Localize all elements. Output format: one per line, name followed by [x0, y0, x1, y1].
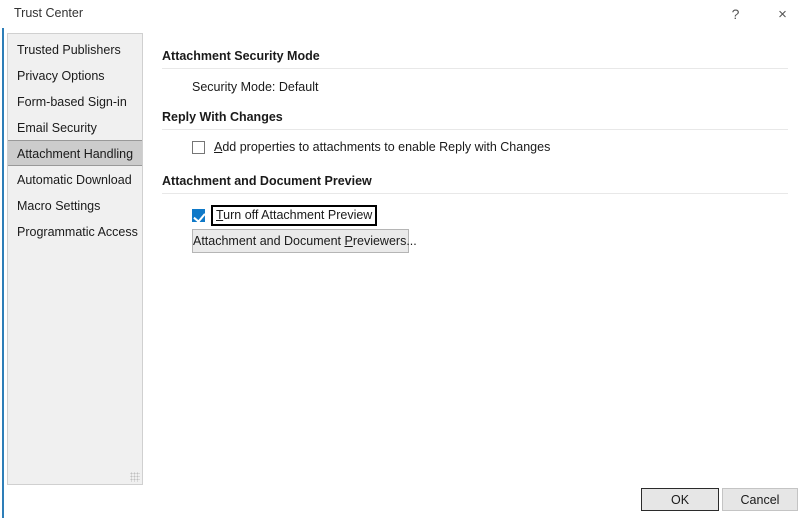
sidebar-item-programmatic-access[interactable]: Programmatic Access	[8, 218, 142, 244]
sidebar-item-email-security[interactable]: Email Security	[8, 114, 142, 140]
separator-2	[162, 129, 788, 130]
separator-3	[162, 193, 788, 194]
sidebar-item-privacy-options[interactable]: Privacy Options	[8, 62, 142, 88]
window-accent-strip	[2, 0, 4, 518]
trust-center-dialog: Trust Center ? × Trusted Publishers Priv…	[0, 0, 800, 518]
heading-attachment-and-document-preview: Attachment and Document Preview	[162, 174, 372, 188]
security-mode-value: Security Mode: Default	[192, 80, 319, 94]
checkbox-turn-off-attachment-preview[interactable]	[192, 209, 205, 222]
checkbox-label-turn-off-attachment-preview[interactable]: Turn off Attachment Preview	[211, 205, 378, 226]
accelerator-char: P	[344, 234, 353, 248]
checkbox-label-add-properties[interactable]: Add properties to attachments to enable …	[214, 140, 550, 154]
settings-pane: Attachment Security Mode Security Mode: …	[162, 33, 790, 473]
button-text-before: Attachment and Document	[193, 234, 345, 248]
heading-attachment-security-mode: Attachment Security Mode	[162, 49, 320, 63]
attachment-and-document-previewers-button[interactable]: Attachment and Document Previewers...	[192, 229, 417, 253]
window-title: Trust Center	[14, 6, 84, 20]
checkbox-label-text: dd properties to attachments to enable R…	[222, 140, 551, 154]
sidebar-item-attachment-handling[interactable]: Attachment Handling	[8, 140, 142, 166]
button-text-after: reviewers...	[352, 234, 417, 248]
close-icon[interactable]: ×	[760, 0, 800, 28]
cancel-button[interactable]: Cancel	[722, 488, 798, 511]
checkbox-row-add-properties[interactable]: Add properties to attachments to enable …	[192, 140, 550, 154]
separator-1	[162, 68, 788, 69]
sidebar-item-macro-settings[interactable]: Macro Settings	[8, 192, 142, 218]
help-icon[interactable]: ?	[713, 0, 758, 28]
checkbox-row-turn-off-attachment-preview[interactable]: Turn off Attachment Preview	[192, 205, 378, 226]
sidebar-item-form-based-sign-in[interactable]: Form-based Sign-in	[8, 88, 142, 114]
category-list[interactable]: Trusted Publishers Privacy Options Form-…	[7, 33, 143, 485]
checkbox-label-text: urn off Attachment Preview	[223, 208, 373, 222]
title-bar: Trust Center ? ×	[0, 0, 800, 28]
checkbox-add-properties[interactable]	[192, 140, 205, 154]
sidebar-item-automatic-download[interactable]: Automatic Download	[8, 166, 142, 192]
resize-grip-icon	[130, 472, 140, 482]
heading-reply-with-changes: Reply With Changes	[162, 110, 283, 124]
sidebar-item-trusted-publishers[interactable]: Trusted Publishers	[8, 36, 142, 62]
ok-button[interactable]: OK	[641, 488, 719, 511]
